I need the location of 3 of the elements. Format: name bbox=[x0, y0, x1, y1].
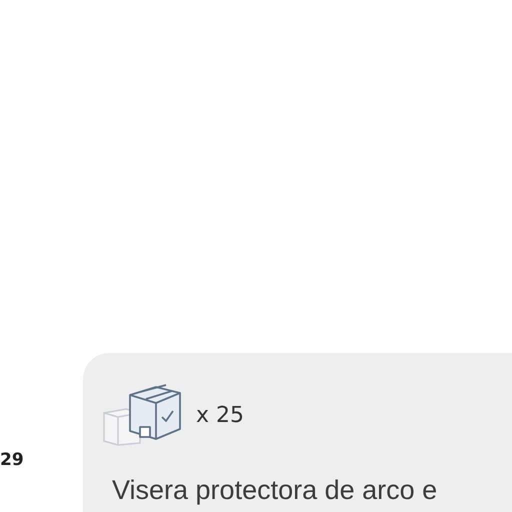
quantity-text: x 25 bbox=[196, 402, 244, 428]
product-title: Visera protectora de arco e bbox=[111, 475, 438, 506]
price-text: 29 bbox=[0, 450, 24, 470]
